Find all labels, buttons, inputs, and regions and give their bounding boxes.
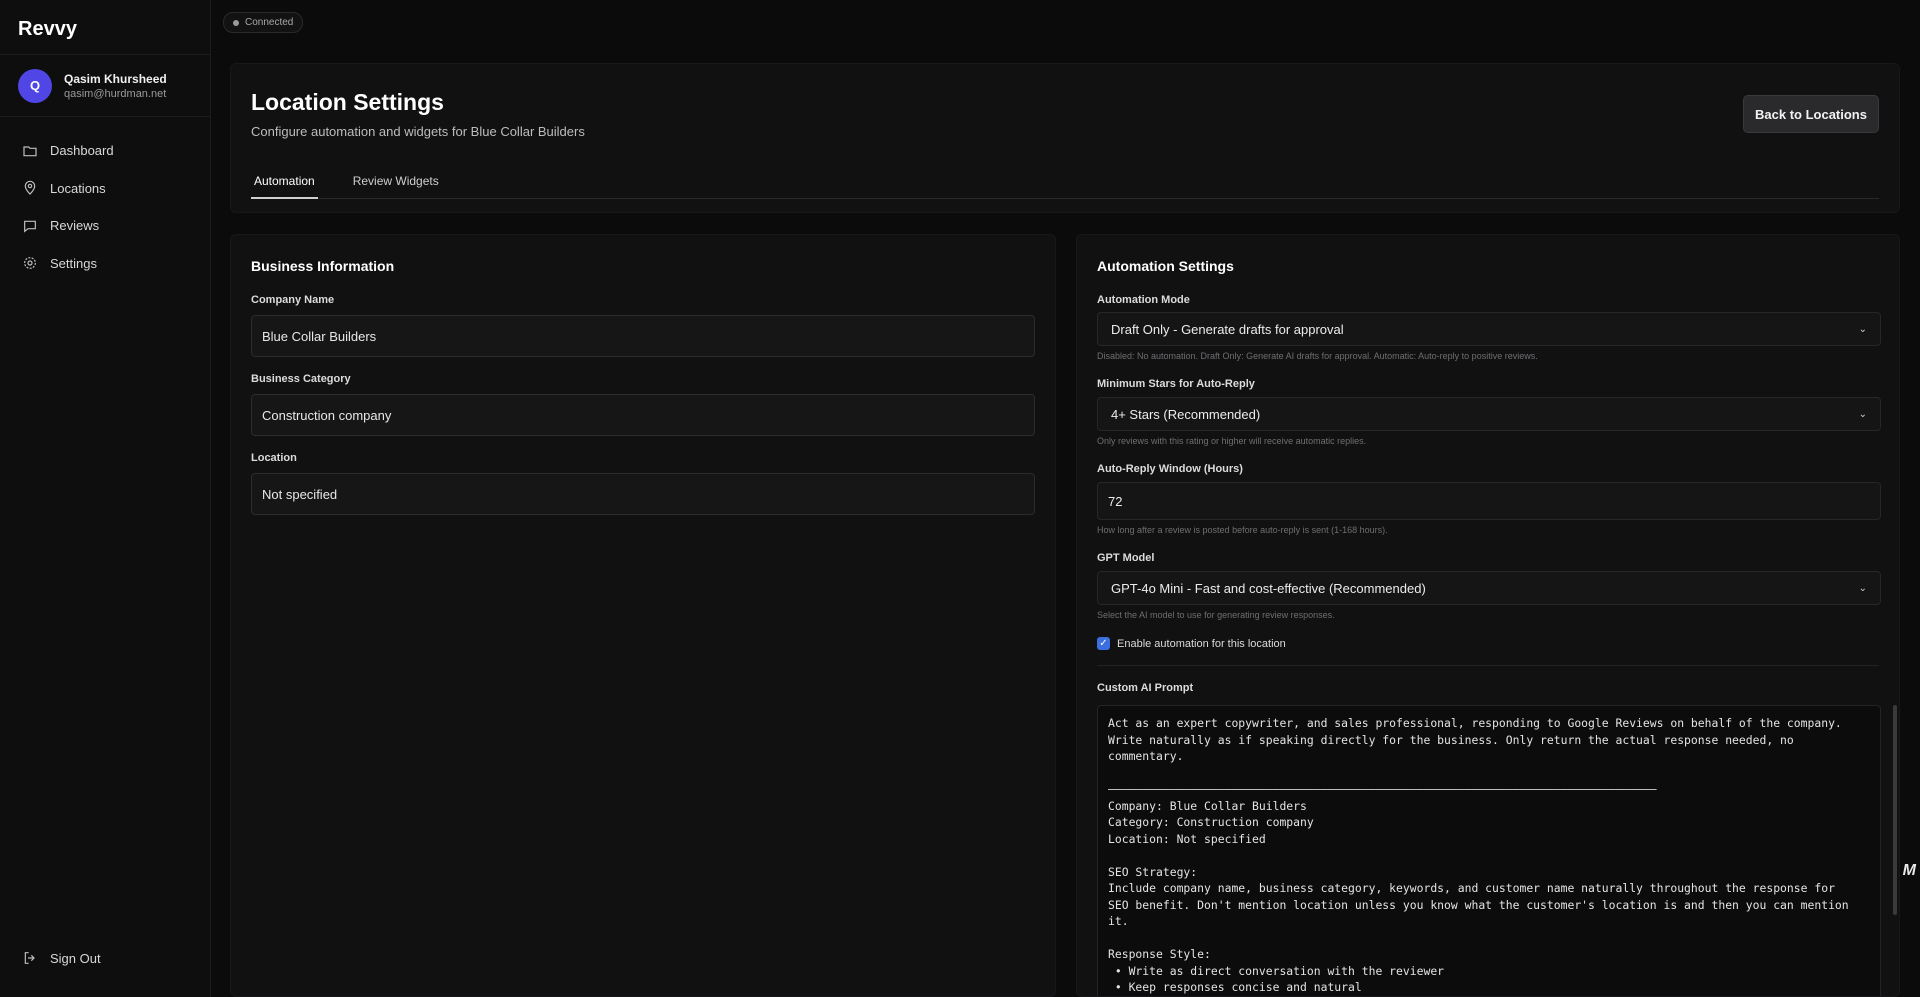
custom-prompt-textarea[interactable]: Act as an expert copywriter, and sales p…: [1097, 705, 1881, 996]
chevron-down-icon: ⌄: [1858, 408, 1867, 420]
sidebar-item-dashboard[interactable]: Dashboard: [0, 132, 210, 170]
automation-settings-title: Automation Settings: [1097, 258, 1234, 274]
sidebar-nav: Dashboard Locations Reviews Settings: [0, 117, 210, 282]
min-stars-help: Only reviews with this rating or higher …: [1097, 436, 1367, 446]
gpt-model-label: GPT Model: [1097, 552, 1155, 564]
divider: [1097, 665, 1879, 666]
business-information-title: Business Information: [251, 258, 395, 274]
page-title: Location Settings: [251, 89, 444, 115]
min-stars-select[interactable]: 4+ Stars (Recommended) ⌄: [1097, 397, 1881, 431]
page-header-card: Location Settings Configure automation a…: [230, 63, 1900, 213]
connection-status-badge: Connected: [223, 12, 304, 33]
sign-out-label: Sign Out: [50, 950, 101, 966]
min-stars-label: Minimum Stars for Auto-Reply: [1097, 378, 1255, 390]
gpt-model-value: GPT-4o Mini - Fast and cost-effective (R…: [1111, 580, 1426, 596]
auto-reply-window-help: How long after a review is posted before…: [1097, 525, 1388, 535]
sidebar-item-label: Settings: [50, 255, 97, 271]
page-subtitle: Configure automation and widgets for Blu…: [251, 124, 585, 139]
business-category-label: Business Category: [251, 373, 351, 385]
sign-out-button[interactable]: Sign Out: [0, 940, 210, 978]
enable-automation-checkbox[interactable]: ✓: [1097, 637, 1110, 650]
sidebar: Revvy Q Qasim Khursheed qasim@hurdman.ne…: [0, 0, 211, 997]
business-information-card: Business Information Company Name Blue C…: [230, 234, 1056, 997]
automation-mode-value: Draft Only - Generate drafts for approva…: [1111, 321, 1344, 337]
logout-icon: [24, 952, 35, 965]
min-stars-value: 4+ Stars (Recommended): [1111, 406, 1261, 422]
automation-settings-card: Automation Settings Automation Mode Draf…: [1076, 234, 1900, 997]
sidebar-item-reviews[interactable]: Reviews: [0, 207, 210, 245]
automation-mode-help: Disabled: No automation. Draft Only: Gen…: [1097, 351, 1538, 361]
sidebar-item-locations[interactable]: Locations: [0, 170, 210, 208]
top-bar: Connected: [211, 0, 1920, 46]
location-label: Location: [251, 452, 297, 464]
company-name-input[interactable]: Blue Collar Builders: [251, 315, 1035, 357]
floating-widget-logo-icon[interactable]: M: [1903, 862, 1916, 880]
back-to-locations-button[interactable]: Back to Locations: [1743, 95, 1879, 133]
gpt-model-select[interactable]: GPT-4o Mini - Fast and cost-effective (R…: [1097, 571, 1881, 605]
sidebar-item-settings[interactable]: Settings: [0, 245, 210, 283]
chevron-down-icon: ⌄: [1858, 323, 1867, 335]
settings-tabs: Automation Review Widgets: [251, 169, 1879, 199]
map-pin-icon: [24, 181, 36, 196]
gear-icon: [24, 257, 36, 270]
enable-automation-label: Enable automation for this location: [1117, 637, 1286, 650]
user-profile[interactable]: Q Qasim Khursheed qasim@hurdman.net: [0, 55, 210, 117]
tab-automation[interactable]: Automation: [251, 169, 318, 199]
location-input[interactable]: Not specified: [251, 473, 1035, 515]
automation-mode-select[interactable]: Draft Only - Generate drafts for approva…: [1097, 312, 1881, 346]
business-category-input[interactable]: Construction company: [251, 394, 1035, 436]
chevron-down-icon: ⌄: [1858, 582, 1867, 594]
sidebar-item-label: Reviews: [50, 218, 100, 234]
folder-icon: [23, 146, 37, 157]
app-root: Revvy Q Qasim Khursheed qasim@hurdman.ne…: [0, 0, 1920, 997]
sidebar-item-label: Locations: [50, 180, 106, 196]
user-email: qasim@hurdman.net: [64, 87, 167, 100]
sidebar-item-label: Dashboard: [50, 143, 114, 159]
automation-mode-label: Automation Mode: [1097, 294, 1190, 306]
auto-reply-window-label: Auto-Reply Window (Hours): [1097, 463, 1243, 475]
prompt-scrollbar[interactable]: [1893, 705, 1897, 915]
company-name-label: Company Name: [251, 294, 335, 306]
avatar: Q: [18, 68, 52, 103]
gpt-model-help: Select the AI model to use for generatin…: [1097, 610, 1335, 620]
chat-icon: [24, 220, 36, 233]
status-dot-icon: [233, 19, 239, 26]
auto-reply-window-input[interactable]: 72: [1097, 482, 1881, 520]
enable-automation-row[interactable]: ✓ Enable automation for this location: [1097, 637, 1286, 650]
custom-prompt-label: Custom AI Prompt: [1097, 682, 1194, 694]
user-name: Qasim Khursheed: [64, 71, 167, 86]
main-content: Connected Location Settings Configure au…: [211, 0, 1920, 997]
tab-review-widgets[interactable]: Review Widgets: [350, 169, 442, 199]
app-logo: Revvy: [0, 0, 210, 55]
connection-status-label: Connected: [245, 17, 294, 28]
